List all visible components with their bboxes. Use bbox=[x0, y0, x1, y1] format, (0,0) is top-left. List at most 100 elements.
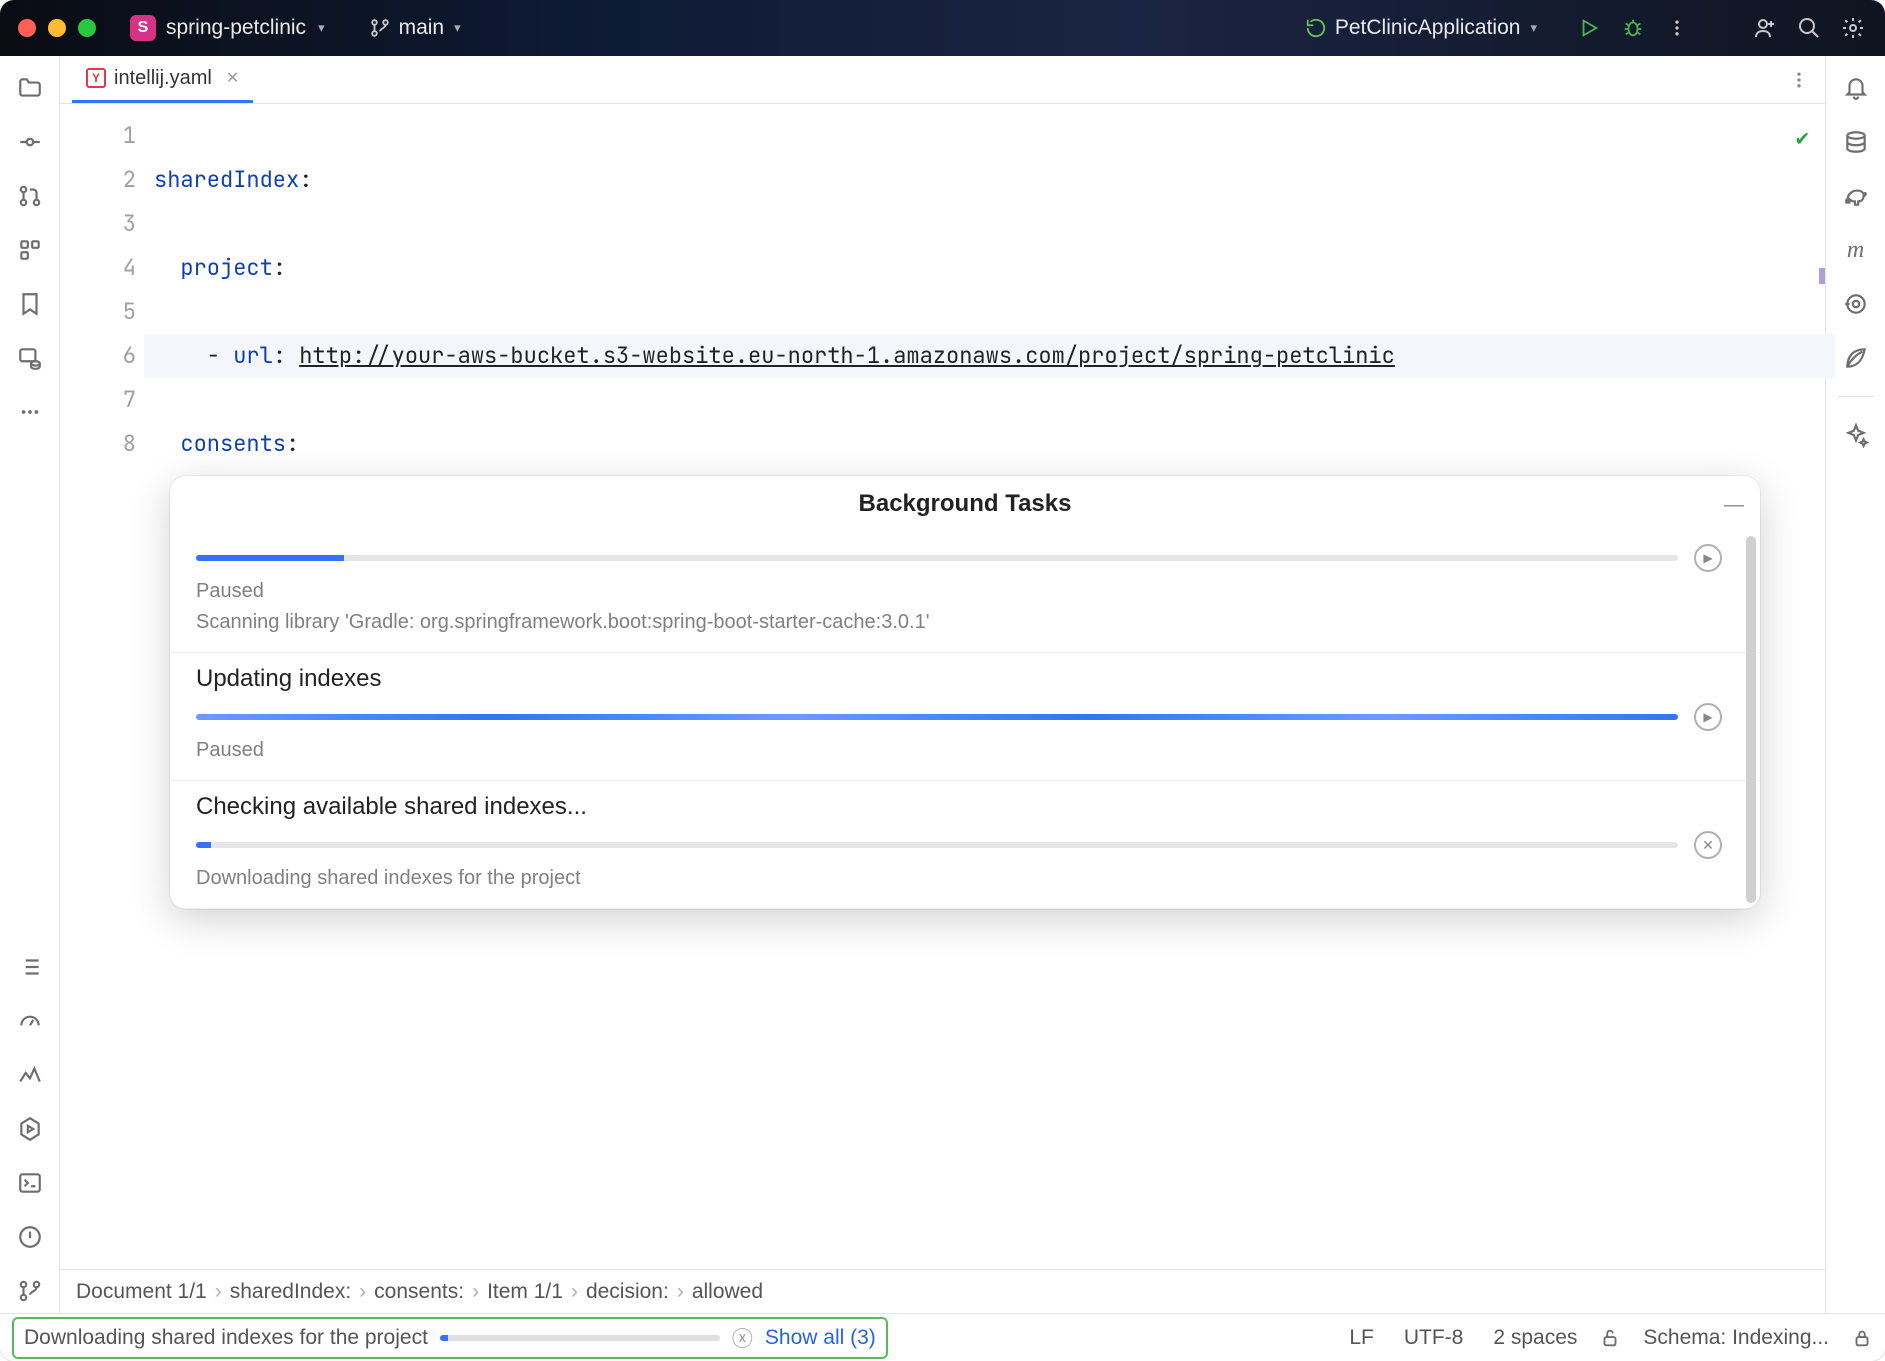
structure-tool-button[interactable] bbox=[8, 228, 52, 272]
maximize-window-button[interactable] bbox=[78, 19, 96, 37]
ai-assistant-button[interactable] bbox=[1834, 413, 1878, 457]
line-number: 5 bbox=[60, 290, 136, 334]
bookmarks-tool-button[interactable] bbox=[8, 282, 52, 326]
kebab-icon bbox=[1667, 18, 1687, 38]
problems-tool-button[interactable] bbox=[8, 1215, 52, 1259]
right-tool-rail: m bbox=[1825, 56, 1885, 1313]
gradle-rail-button[interactable] bbox=[1834, 174, 1878, 218]
line-separator-widget[interactable]: LF bbox=[1341, 1326, 1382, 1350]
leaf-icon bbox=[1843, 345, 1869, 371]
maven-icon: m bbox=[1847, 237, 1864, 264]
git-tool-button[interactable] bbox=[8, 1269, 52, 1313]
titlebar-actions bbox=[1569, 8, 1873, 48]
editor-tab[interactable]: Y intellij.yaml ✕ bbox=[72, 56, 253, 103]
more-actions-button[interactable] bbox=[1657, 8, 1697, 48]
search-icon bbox=[1797, 16, 1821, 40]
branch-name: main bbox=[399, 16, 445, 40]
target-icon bbox=[1843, 291, 1869, 317]
progress-bar bbox=[196, 555, 1678, 561]
indent-widget[interactable]: 2 spaces bbox=[1485, 1326, 1585, 1350]
close-window-button[interactable] bbox=[18, 19, 36, 37]
search-everywhere-button[interactable] bbox=[1789, 8, 1829, 48]
database-rail-button[interactable] bbox=[1834, 120, 1878, 164]
bell-icon bbox=[1843, 75, 1869, 101]
gear-icon bbox=[1841, 16, 1865, 40]
settings-button[interactable] bbox=[1833, 8, 1873, 48]
task-item: Updating indexes ▶ Paused bbox=[170, 653, 1760, 781]
breadcrumb-item[interactable]: consents: bbox=[374, 1280, 464, 1304]
run-button[interactable] bbox=[1569, 8, 1609, 48]
terminal-tool-button[interactable] bbox=[8, 1161, 52, 1205]
lock-open-icon bbox=[1599, 1327, 1621, 1349]
project-selector[interactable]: S spring-petclinic ▾ bbox=[122, 11, 333, 45]
task-title: Checking available shared indexes... bbox=[196, 793, 1722, 821]
task-item: Checking available shared indexes... ✕ D… bbox=[170, 781, 1760, 909]
rerun-icon bbox=[1305, 17, 1327, 39]
build-tool-button[interactable] bbox=[8, 1107, 52, 1151]
dashboard-tool-button[interactable] bbox=[8, 999, 52, 1043]
commit-tool-button[interactable] bbox=[8, 120, 52, 164]
git-branch-icon bbox=[17, 1278, 43, 1304]
cancel-task-button[interactable]: ✕ bbox=[1694, 831, 1722, 859]
hexagon-play-icon bbox=[17, 1116, 43, 1142]
editor-area: Y intellij.yaml ✕ ✔ 1 2 3 4 5 6 bbox=[60, 56, 1825, 1313]
person-plus-icon bbox=[1753, 16, 1777, 40]
code-with-me-button[interactable] bbox=[1745, 8, 1785, 48]
close-tab-button[interactable]: ✕ bbox=[226, 68, 239, 88]
breadcrumb-item[interactable]: decision: bbox=[586, 1280, 669, 1304]
status-task-widget[interactable]: Downloading shared indexes for the proje… bbox=[12, 1317, 888, 1359]
breadcrumb-item[interactable]: Document 1/1 bbox=[76, 1280, 207, 1304]
tab-options-button[interactable] bbox=[1773, 56, 1825, 103]
structure-icon bbox=[17, 237, 43, 263]
task-detail: Scanning library 'Gradle: org.springfram… bbox=[196, 611, 1722, 634]
folder-icon bbox=[17, 75, 43, 101]
coverage-rail-button[interactable] bbox=[1834, 282, 1878, 326]
background-tasks-popup: Background Tasks — ▶ Paused Scanning lib… bbox=[170, 476, 1760, 909]
window-controls bbox=[18, 19, 96, 37]
profiler-tool-button[interactable] bbox=[8, 1053, 52, 1097]
titlebar: S spring-petclinic ▾ main ▾ PetClinicApp… bbox=[0, 0, 1885, 56]
more-tool-button[interactable] bbox=[8, 390, 52, 434]
schema-widget[interactable]: Schema: Indexing... bbox=[1635, 1326, 1837, 1350]
breadcrumb-item[interactable]: allowed bbox=[692, 1280, 763, 1304]
elephant-icon bbox=[1843, 183, 1869, 209]
pull-request-icon bbox=[17, 183, 43, 209]
pull-requests-button[interactable] bbox=[8, 174, 52, 218]
encoding-widget[interactable]: UTF-8 bbox=[1396, 1326, 1472, 1350]
cancel-status-task-button[interactable]: ⓧ bbox=[732, 1323, 753, 1353]
window-db-icon bbox=[17, 345, 43, 371]
graph-icon bbox=[17, 1062, 43, 1088]
task-status: Paused bbox=[196, 739, 1722, 762]
sparkle-icon bbox=[1843, 422, 1869, 448]
database-tool-button[interactable] bbox=[8, 336, 52, 380]
show-all-tasks-link[interactable]: Show all (3) bbox=[765, 1326, 876, 1350]
ide-window: S spring-petclinic ▾ main ▾ PetClinicApp… bbox=[0, 0, 1885, 1361]
breadcrumb-item[interactable]: sharedIndex: bbox=[230, 1280, 351, 1304]
todo-tool-button[interactable] bbox=[8, 945, 52, 989]
readonly-indicator[interactable] bbox=[1851, 1327, 1873, 1349]
debug-button[interactable] bbox=[1613, 8, 1653, 48]
breadcrumb-item[interactable]: Item 1/1 bbox=[487, 1280, 563, 1304]
project-tool-button[interactable] bbox=[8, 66, 52, 110]
content-area: Y intellij.yaml ✕ ✔ 1 2 3 4 5 6 bbox=[0, 56, 1885, 1313]
vcs-branch-selector[interactable]: main ▾ bbox=[369, 16, 461, 40]
resume-task-button[interactable]: ▶ bbox=[1694, 544, 1722, 572]
minimize-window-button[interactable] bbox=[48, 19, 66, 37]
status-progress-bar bbox=[440, 1335, 720, 1341]
task-status: Paused bbox=[196, 580, 1722, 603]
editor-tabs: Y intellij.yaml ✕ bbox=[60, 56, 1825, 104]
list-icon bbox=[17, 954, 43, 980]
notifications-tool-button[interactable] bbox=[1834, 66, 1878, 110]
run-configuration-selector[interactable]: PetClinicApplication ▾ bbox=[1305, 16, 1537, 40]
resume-task-button[interactable]: ▶ bbox=[1694, 703, 1722, 731]
spring-rail-button[interactable] bbox=[1834, 336, 1878, 380]
status-task-label: Downloading shared indexes for the proje… bbox=[24, 1326, 428, 1350]
popup-scrollbar[interactable] bbox=[1746, 536, 1756, 903]
line-number: 2 bbox=[60, 158, 136, 202]
play-icon bbox=[1578, 17, 1600, 39]
branch-icon bbox=[369, 17, 391, 39]
maven-rail-button[interactable]: m bbox=[1834, 228, 1878, 272]
minimize-popup-button[interactable]: — bbox=[1724, 494, 1742, 517]
readonly-toggle[interactable] bbox=[1599, 1327, 1621, 1349]
lock-icon bbox=[1851, 1327, 1873, 1349]
